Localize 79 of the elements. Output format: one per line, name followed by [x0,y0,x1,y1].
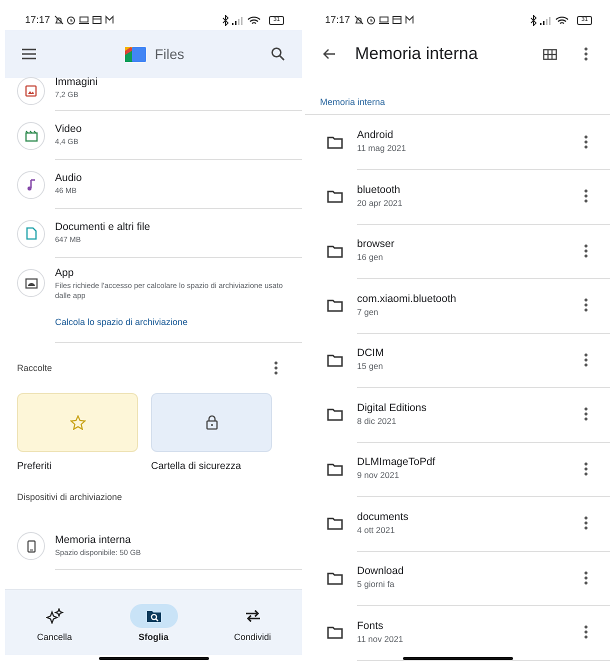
folder-icon [327,244,343,258]
swap-arrows-icon [244,608,262,622]
nav-tab[interactable]: Condividi [212,604,292,642]
folder-icon [327,190,343,204]
back-arrow-icon[interactable] [322,48,336,60]
category-icon-badge [17,122,45,150]
more-options-icon[interactable] [584,407,588,422]
more-options-icon[interactable] [584,134,588,149]
folder-logo-icon [122,45,147,63]
more-options-icon[interactable] [274,361,278,375]
folder-icon [327,408,343,422]
collection-label: Cartella di sicurezza [151,461,242,472]
folder-icon [327,136,343,149]
folder-date: 7 gen [357,306,380,318]
more-options-icon[interactable] [584,625,588,640]
category-icon-badge [17,76,45,104]
grid-view-icon[interactable] [543,48,557,60]
category-title: Documenti e altri file [55,221,152,234]
more-options-icon[interactable] [584,47,588,61]
folder-name: Download [357,565,405,578]
category-title: Immagini [55,76,99,88]
more-options-icon[interactable] [584,189,588,204]
calculate-storage-link[interactable]: Calcola lo spazio di archiviazione [55,316,302,326]
nav-tab[interactable]: Cancella [14,604,94,642]
category-icon-badge [17,269,45,297]
folder-name: com.xiaomi.bluetooth [357,292,458,305]
folder-date: 4 ott 2021 [357,524,396,536]
status-time: 17:17 [325,14,350,26]
star-icon [70,415,86,430]
folder-icon [327,354,343,367]
collection-label: Preferiti [17,461,52,472]
folder-name: Fonts [357,620,384,632]
section-heading: Raccolte [17,363,52,373]
category-title: Video [55,123,83,136]
section-heading: Dispositivi di archiviazione [17,492,122,502]
folder-date: 8 dic 2021 [357,416,398,427]
folder-name: browser [357,238,396,250]
folder-date: 11 mag 2021 [357,143,407,154]
category-icon-badge [17,220,45,248]
app-title: Files [154,46,184,62]
category-icon-badge [17,170,45,198]
folder-name: bluetooth [357,184,402,196]
folder-date: 9 nov 2021 [357,470,400,482]
storage-title: Memoria interna [55,534,132,546]
nav-tab[interactable]: Sfoglia [114,604,194,642]
more-options-icon[interactable] [584,298,588,312]
phone-icon [17,532,45,560]
folder-name: Digital Editions [357,402,428,414]
notification-icons-drawing [54,15,116,25]
folder-date: 11 nov 2021 [357,634,404,645]
folder-icon [327,572,343,585]
breadcrumb-link[interactable]: Memoria interna [305,78,610,115]
folder-icon [327,517,343,530]
category-title: App [55,267,75,279]
menu-icon[interactable] [21,48,37,60]
folder-icon [327,626,343,640]
folder-date: 20 apr 2021 [357,198,404,209]
more-options-icon[interactable] [584,244,588,258]
folder-date: 16 gen [357,252,384,264]
status-time: 17:17 [25,14,50,26]
lock-icon [206,415,218,430]
more-options-icon[interactable] [584,462,588,476]
folder-search-icon [146,608,162,622]
folder-name: documents [357,510,410,523]
more-options-icon[interactable] [584,516,588,530]
notification-icons-drawing [354,15,416,25]
more-options-icon[interactable] [584,352,588,367]
folder-title: Memoria interna [355,44,479,64]
folder-icon [327,462,343,476]
folder-name: DCIM [357,347,385,360]
folder-name: Android [357,129,394,142]
folder-name: DLMImageToPdf [357,456,436,468]
folder-date: 15 gen [357,361,384,372]
sparkle-icon [46,608,64,624]
search-icon[interactable] [271,47,285,61]
category-title: Audio [55,172,83,184]
more-options-icon[interactable] [584,570,588,585]
folder-date: 5 giorni fa [357,579,396,590]
folder-icon [327,299,343,312]
